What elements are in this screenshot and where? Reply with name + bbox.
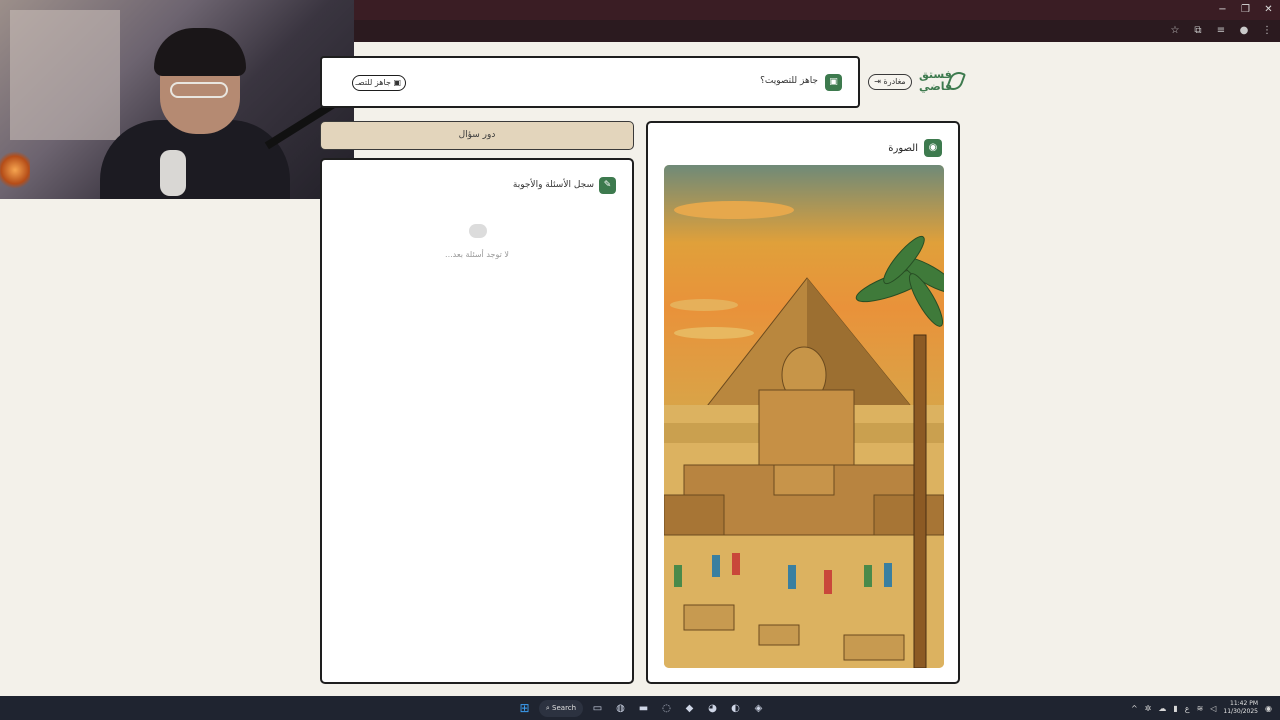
extensions-icon[interactable]: ⧉ [1191,23,1205,39]
question-turn-button[interactable]: دور سؤال [320,121,634,150]
status-card: ▣ جاهز للتصويت؟ جاهز للتصـ ▣ [320,56,860,108]
logout-label: مغادرة [883,77,906,86]
search-icon: ⌕ [545,703,550,712]
ready-label: جاهز للتصويت؟ [760,76,818,86]
logout-icon: ⇥ [874,77,881,86]
notification-icon[interactable]: ◉ [1265,704,1272,713]
star-icon[interactable]: ☆ [1168,23,1182,39]
ballot-small-icon: ▣ [393,78,401,87]
obs-icon[interactable]: ◌ [658,700,675,717]
close-button[interactable]: ✕ [1257,0,1280,20]
task-view-icon[interactable]: ▭ [589,700,606,717]
language-indicator[interactable]: ع [1185,704,1190,713]
discord-icon[interactable]: ◕ [704,700,721,717]
logo-text-line2: فاضي [919,80,953,93]
taskbar-search[interactable]: ⌕ Search [539,699,583,717]
ballot-icon: ▣ [825,74,842,91]
file-explorer-icon[interactable]: ▬ [635,700,652,717]
volume-icon[interactable]: ◁ [1210,704,1216,713]
vpn-icon[interactable]: ◈ [750,700,767,717]
clock[interactable]: 11:42 PM 11/30/2025 [1223,700,1258,716]
speech-bubble-icon [469,224,487,238]
clock-date: 11/30/2025 [1223,708,1259,715]
app-logo[interactable]: فستق فاضي [919,69,966,95]
image-title: الصورة [888,143,918,154]
app-icon[interactable]: ◆ [681,700,698,717]
clock-time: 11:42 PM [1230,700,1259,707]
wifi-icon[interactable]: ≋ [1197,704,1204,713]
image-panel: ◉ الصورة [646,121,960,684]
settings-icon[interactable]: ✲ [1145,704,1152,713]
cloud-icon[interactable]: ☁ [1158,704,1166,713]
profile-icon[interactable]: ● [1237,23,1251,39]
puzzle-image[interactable] [664,165,944,668]
menu-icon[interactable]: ⋮ [1260,23,1274,39]
browser-icon[interactable]: ◐ [727,700,744,717]
media-icon[interactable]: ≡ [1214,23,1228,39]
chat-icon: ✎ [599,177,616,194]
qa-title: سجل الأسئلة والأجوبة [512,180,594,190]
windows-start-icon[interactable]: ⊞ [516,700,533,717]
search-label: Search [552,703,577,712]
mic-icon[interactable]: ▮ [1173,704,1177,713]
eye-icon: ◉ [924,139,942,157]
chrome-icon[interactable]: ◍ [612,700,629,717]
qa-empty-text: لا توجد أسئلة بعد... [445,250,509,259]
webcam-overlay [0,0,354,199]
minimize-button[interactable]: − [1211,0,1234,20]
qa-log-panel: ✎ سجل الأسئلة والأجوبة لا توجد أسئلة بعد… [320,158,634,684]
chevron-up-icon[interactable]: ^ [1131,704,1138,713]
taskbar: ⊞ ⌕ Search ▭ ◍ ▬ ◌ ◆ ◕ ◐ ◈ ^ ✲ ☁ ▮ ع ≋ ◁… [0,696,1280,720]
maximize-button[interactable]: ❐ [1234,0,1257,20]
guess-label: جاهز للتصـ [355,78,391,87]
window-controls: − ❐ ✕ [1211,0,1280,20]
logout-button[interactable]: ⇥ مغادرة [868,74,912,90]
guess-button[interactable]: جاهز للتصـ ▣ [352,75,406,91]
